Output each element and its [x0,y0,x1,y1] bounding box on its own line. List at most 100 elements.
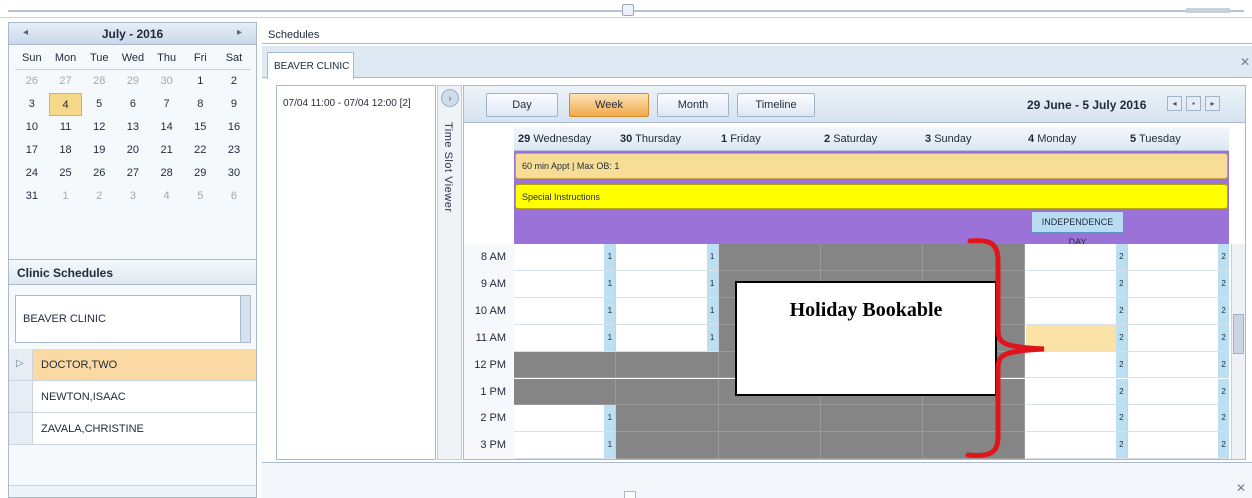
calendar-day[interactable]: 14 [150,116,184,139]
time-slot-cell[interactable] [616,297,719,325]
time-slot-cell[interactable] [514,324,617,352]
calendar-day[interactable]: 4 [150,185,184,208]
time-slot-cell[interactable] [1127,405,1229,433]
calendar-day[interactable]: 29 [183,162,217,185]
calendar-day[interactable]: 2 [217,70,251,93]
calendar-day[interactable]: 26 [15,70,49,93]
time-slot-cell[interactable] [1127,432,1229,459]
calendar-day[interactable]: 10 [15,116,49,139]
day-header[interactable]: 4 Monday [1028,133,1076,145]
time-slot-cell[interactable] [718,432,821,459]
calendar-day[interactable]: 1 [49,185,83,208]
nav-next-icon[interactable]: ▸ [1205,96,1220,111]
bottom-splitter-grip[interactable] [624,491,636,498]
calendar-day[interactable]: 24 [15,162,49,185]
special-instructions-banner[interactable]: Special Instructions [515,184,1228,209]
nav-prev-icon[interactable]: ◂ [1167,96,1182,111]
calendar-day[interactable]: 22 [183,139,217,162]
calendar-day[interactable]: 16 [217,116,251,139]
time-slot-cell[interactable] [616,405,719,433]
calendar-day[interactable]: 18 [49,139,83,162]
time-slot-cell[interactable] [616,270,719,298]
calendar-day[interactable]: 28 [82,70,116,93]
calendar-day[interactable]: 30 [150,70,184,93]
row-selector[interactable]: ▷ [9,349,33,380]
time-slot-cell[interactable] [514,351,617,379]
time-slot-cell[interactable] [1127,325,1229,352]
time-slot-cell[interactable] [820,244,924,271]
tab-beaver-clinic[interactable]: BEAVER CLINIC [267,52,354,79]
calendar-day[interactable]: 5 [82,93,116,116]
time-slot-cell[interactable] [514,378,617,406]
calendar-day[interactable]: 17 [15,139,49,162]
calendar-day[interactable]: 12 [82,116,116,139]
calendar-day[interactable]: 23 [217,139,251,162]
time-slot-cell[interactable] [1127,379,1229,406]
time-slot-cell[interactable] [1127,244,1229,271]
time-slot-cell[interactable] [616,324,719,352]
calendar-day[interactable]: 7 [150,93,184,116]
calendar-day[interactable]: 29 [116,70,150,93]
view-day-button[interactable]: Day [486,93,558,117]
row-selector[interactable] [9,413,33,444]
nav-today-icon[interactable]: ▪ [1186,96,1201,111]
close-icon[interactable]: ✕ [1240,55,1250,69]
calendar-day[interactable]: 6 [217,185,251,208]
collapse-arrow-icon[interactable]: › [441,89,459,107]
provider-row[interactable]: ▷ DOCTOR,TWO [9,349,256,381]
day-header[interactable]: 2 Saturday [824,133,877,145]
time-slot-cell[interactable] [514,432,617,459]
day-header[interactable]: 3 Sunday [925,133,972,145]
time-slot-cell[interactable] [514,270,617,298]
calendar-day[interactable]: 2 [82,185,116,208]
appointment-banner[interactable]: 60 min Appt | Max OB: 1 [515,153,1228,179]
calendar-day[interactable]: 20 [116,139,150,162]
holiday-badge[interactable]: INDEPENDENCE DAY [1031,211,1124,247]
clinic-select[interactable]: BEAVER CLINIC [15,295,251,343]
time-slot-cell[interactable] [616,351,719,379]
calendar-day[interactable]: 21 [150,139,184,162]
chevron-right-icon[interactable]: ▸ [237,27,242,38]
calendar-day[interactable]: 1 [183,70,217,93]
scrollbar-thumb[interactable] [1233,314,1244,354]
calendar-day[interactable]: 9 [217,93,251,116]
calendar-day[interactable]: 3 [15,93,49,116]
provider-row[interactable]: ZAVALA,CHRISTINE [9,413,256,445]
top-right-handle[interactable] [1186,8,1230,13]
calendar-day[interactable]: 15 [183,116,217,139]
day-header[interactable]: 1 Friday [721,133,761,145]
calendar-day[interactable]: 28 [150,162,184,185]
day-header[interactable]: 29 Wednesday [518,133,591,145]
time-slot-cell[interactable] [616,432,719,459]
calendar-day[interactable]: 27 [49,70,83,93]
grid-scrollbar[interactable] [1231,244,1245,459]
view-timeline-button[interactable]: Timeline [737,93,815,117]
time-slot-cell[interactable] [616,244,719,271]
time-slot-cell[interactable] [1127,298,1229,325]
time-slot-cell[interactable] [514,244,617,271]
calendar-day[interactable]: 13 [116,116,150,139]
row-selector[interactable] [9,381,33,412]
calendar-day[interactable]: 31 [15,185,49,208]
time-slot-cell[interactable] [514,297,617,325]
time-slot-cell[interactable] [1127,352,1229,379]
time-slot-cell[interactable] [718,405,821,433]
splitter-grip[interactable] [622,4,634,16]
time-slot-item[interactable]: 07/04 11:00 - 07/04 12:00 [2] [283,98,411,109]
calendar-day[interactable]: 30 [217,162,251,185]
day-header[interactable]: 30 Thursday [620,133,681,145]
day-header[interactable]: 5 Tuesday [1130,133,1181,145]
provider-row[interactable]: NEWTON,ISAAC [9,381,256,413]
calendar-day[interactable]: 8 [183,93,217,116]
calendar-day[interactable]: 4 [48,93,83,116]
time-slot-cell[interactable] [1127,271,1229,298]
time-slot-cell[interactable] [718,244,821,271]
calendar-day[interactable]: 27 [116,162,150,185]
clinic-select-scrollbar[interactable] [240,296,250,342]
calendar-day[interactable]: 5 [183,185,217,208]
calendar-day[interactable]: 3 [116,185,150,208]
calendar-day[interactable]: 11 [49,116,83,139]
bottom-close-icon[interactable]: ✕ [1236,481,1246,495]
calendar-day[interactable]: 25 [49,162,83,185]
time-slot-cell[interactable] [820,432,924,459]
